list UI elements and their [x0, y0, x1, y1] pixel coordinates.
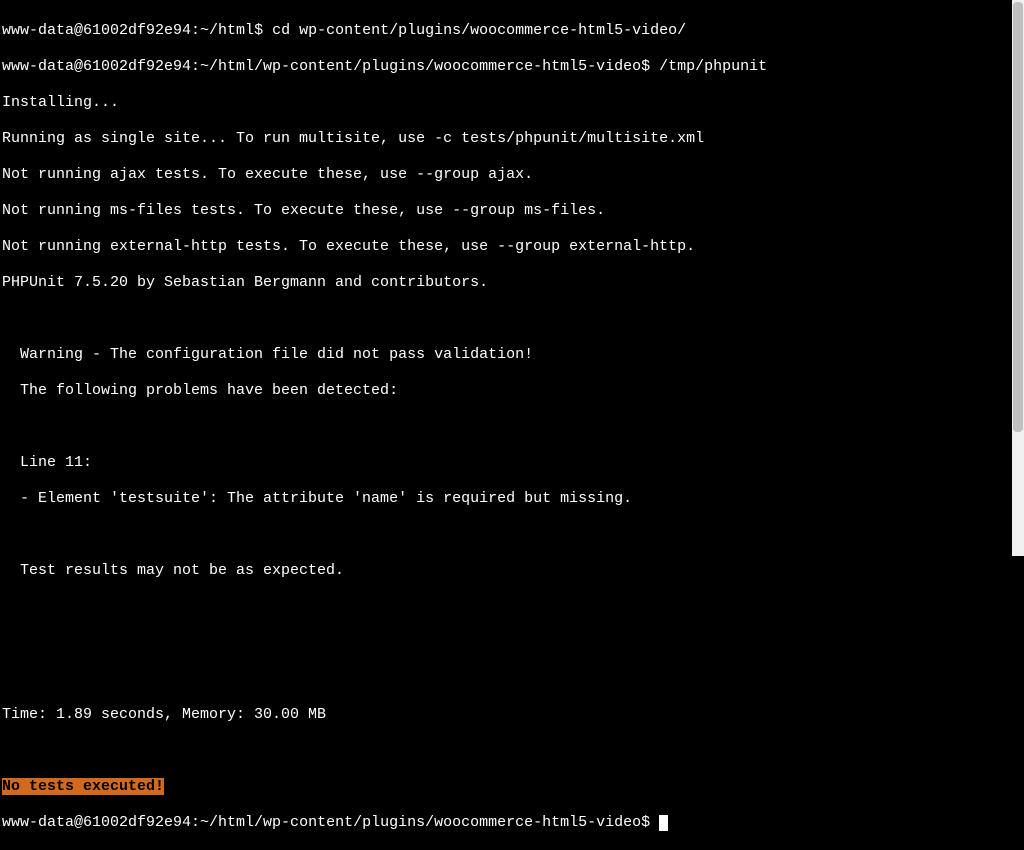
output-phpunit-version: PHPUnit 7.5.20 by Sebastian Bergmann and… [2, 274, 1024, 292]
output-line11: Line 11: [2, 454, 1024, 472]
terminal-output[interactable]: www-data@61002df92e94:~/html$ cd wp-cont… [0, 0, 1024, 850]
scrollbar-thumb[interactable] [1013, 2, 1023, 432]
output-installing: Installing... [2, 94, 1024, 112]
output-notests-line: No tests executed! [2, 778, 1024, 796]
user-host: www-data@61002df92e94 [2, 22, 191, 39]
blank-line [2, 634, 1024, 652]
cursor-icon [659, 815, 668, 831]
output-msfiles: Not running ms-files tests. To execute t… [2, 202, 1024, 220]
command-phpunit: /tmp/phpunit [659, 58, 767, 75]
output-results: Test results may not be as expected. [2, 562, 1024, 580]
blank-line [2, 598, 1024, 616]
prompt-symbol: $ [641, 814, 659, 831]
user-host: www-data@61002df92e94 [2, 814, 191, 831]
prompt-line-3[interactable]: www-data@61002df92e94:~/html/wp-content/… [2, 814, 1024, 832]
blank-line [2, 310, 1024, 328]
prompt-line-2: www-data@61002df92e94:~/html/wp-content/… [2, 58, 1024, 76]
output-time: Time: 1.89 seconds, Memory: 30.00 MB [2, 706, 1024, 724]
output-element: - Element 'testsuite': The attribute 'na… [2, 490, 1024, 508]
prompt-symbol: $ [641, 58, 659, 75]
cwd: ~/html/wp-content/plugins/woocommerce-ht… [200, 814, 641, 831]
user-host: www-data@61002df92e94 [2, 58, 191, 75]
output-externalhttp: Not running external-http tests. To exec… [2, 238, 1024, 256]
blank-line [2, 670, 1024, 688]
blank-line [2, 742, 1024, 760]
output-problems: The following problems have been detecte… [2, 382, 1024, 400]
command-cd: cd wp-content/plugins/woocommerce-html5-… [272, 22, 686, 39]
scrollbar[interactable] [1012, 0, 1024, 556]
cwd: ~/html [200, 22, 254, 39]
prompt-symbol: $ [254, 22, 272, 39]
prompt-line-1: www-data@61002df92e94:~/html$ cd wp-cont… [2, 22, 1024, 40]
cwd: ~/html/wp-content/plugins/woocommerce-ht… [200, 58, 641, 75]
blank-line [2, 526, 1024, 544]
output-ajax: Not running ajax tests. To execute these… [2, 166, 1024, 184]
blank-line [2, 418, 1024, 436]
output-warning: Warning - The configuration file did not… [2, 346, 1024, 364]
output-multisite: Running as single site... To run multisi… [2, 130, 1024, 148]
output-no-tests: No tests executed! [2, 778, 164, 795]
